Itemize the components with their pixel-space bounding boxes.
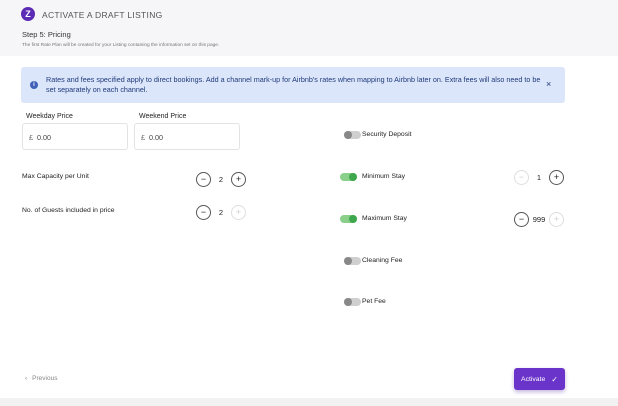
increment-button[interactable]: + — [549, 211, 564, 227]
decrement-button[interactable]: − — [196, 204, 211, 220]
page-title: ACTIVATE A DRAFT LISTING — [42, 10, 163, 20]
close-icon[interactable]: × — [546, 79, 551, 89]
check-icon: ✓ — [551, 374, 558, 384]
cleaning-fee-toggle[interactable] — [344, 257, 361, 265]
cleaning-fee-label: Cleaning Fee — [362, 257, 403, 264]
max-capacity-stepper: − 2 + — [196, 171, 246, 187]
increment-button[interactable]: + — [231, 204, 246, 220]
weekend-price-input[interactable]: £0.00 — [134, 123, 240, 150]
info-icon: i — [30, 81, 38, 89]
maximum-stay-value: 999 — [532, 214, 546, 224]
max-capacity-value: 2 — [218, 174, 224, 184]
pet-fee-toggle[interactable] — [344, 298, 361, 306]
page-header: Z ACTIVATE A DRAFT LISTING Step 5: Prici… — [0, 0, 618, 56]
increment-button[interactable]: + — [549, 169, 564, 185]
weekday-price-value: 0.00 — [37, 133, 51, 142]
weekend-price-value: 0.00 — [149, 133, 163, 142]
bottom-bar — [0, 398, 618, 406]
activate-button[interactable]: Activate ✓ — [514, 368, 565, 390]
security-deposit-label: Security Deposit — [362, 131, 412, 138]
minimum-stay-toggle[interactable] — [340, 173, 357, 181]
info-banner: i Rates and fees specified apply to dire… — [21, 67, 565, 103]
currency-symbol: £ — [141, 133, 145, 142]
currency-symbol: £ — [29, 133, 33, 142]
decrement-button[interactable]: − — [196, 171, 211, 187]
minimum-stay-stepper: − 1 + — [514, 169, 564, 185]
guests-included-label: No. of Guests included in price — [22, 207, 115, 214]
step-note: The first Rate Plan will be created for … — [22, 43, 220, 48]
decrement-button[interactable]: − — [514, 169, 529, 185]
security-deposit-toggle[interactable] — [344, 131, 361, 139]
maximum-stay-label: Maximum Stay — [362, 215, 407, 222]
chevron-left-icon: ‹ — [25, 375, 28, 382]
pet-fee-label: Pet Fee — [362, 298, 386, 305]
info-banner-text: Rates and fees specified apply to direct… — [46, 75, 541, 94]
weekend-price-label: Weekend Price — [139, 113, 187, 120]
previous-link[interactable]: ‹ Previous — [25, 375, 57, 382]
increment-button[interactable]: + — [231, 171, 246, 187]
previous-label: Previous — [32, 375, 58, 382]
guests-included-stepper: − 2 + — [196, 204, 246, 220]
maximum-stay-stepper: − 999 + — [514, 211, 564, 227]
step-title: Step 5: Pricing — [22, 30, 71, 39]
minimum-stay-value: 1 — [536, 172, 542, 182]
activate-label: Activate — [521, 375, 546, 383]
maximum-stay-toggle[interactable] — [340, 215, 357, 223]
max-capacity-label: Max Capacity per Unit — [22, 173, 89, 180]
minimum-stay-label: Minimum Stay — [362, 173, 406, 180]
app-logo: Z — [21, 7, 35, 21]
weekday-price-label: Weekday Price — [26, 113, 73, 120]
guests-included-value: 2 — [218, 207, 224, 217]
decrement-button[interactable]: − — [514, 211, 529, 227]
weekday-price-input[interactable]: £0.00 — [22, 123, 128, 150]
